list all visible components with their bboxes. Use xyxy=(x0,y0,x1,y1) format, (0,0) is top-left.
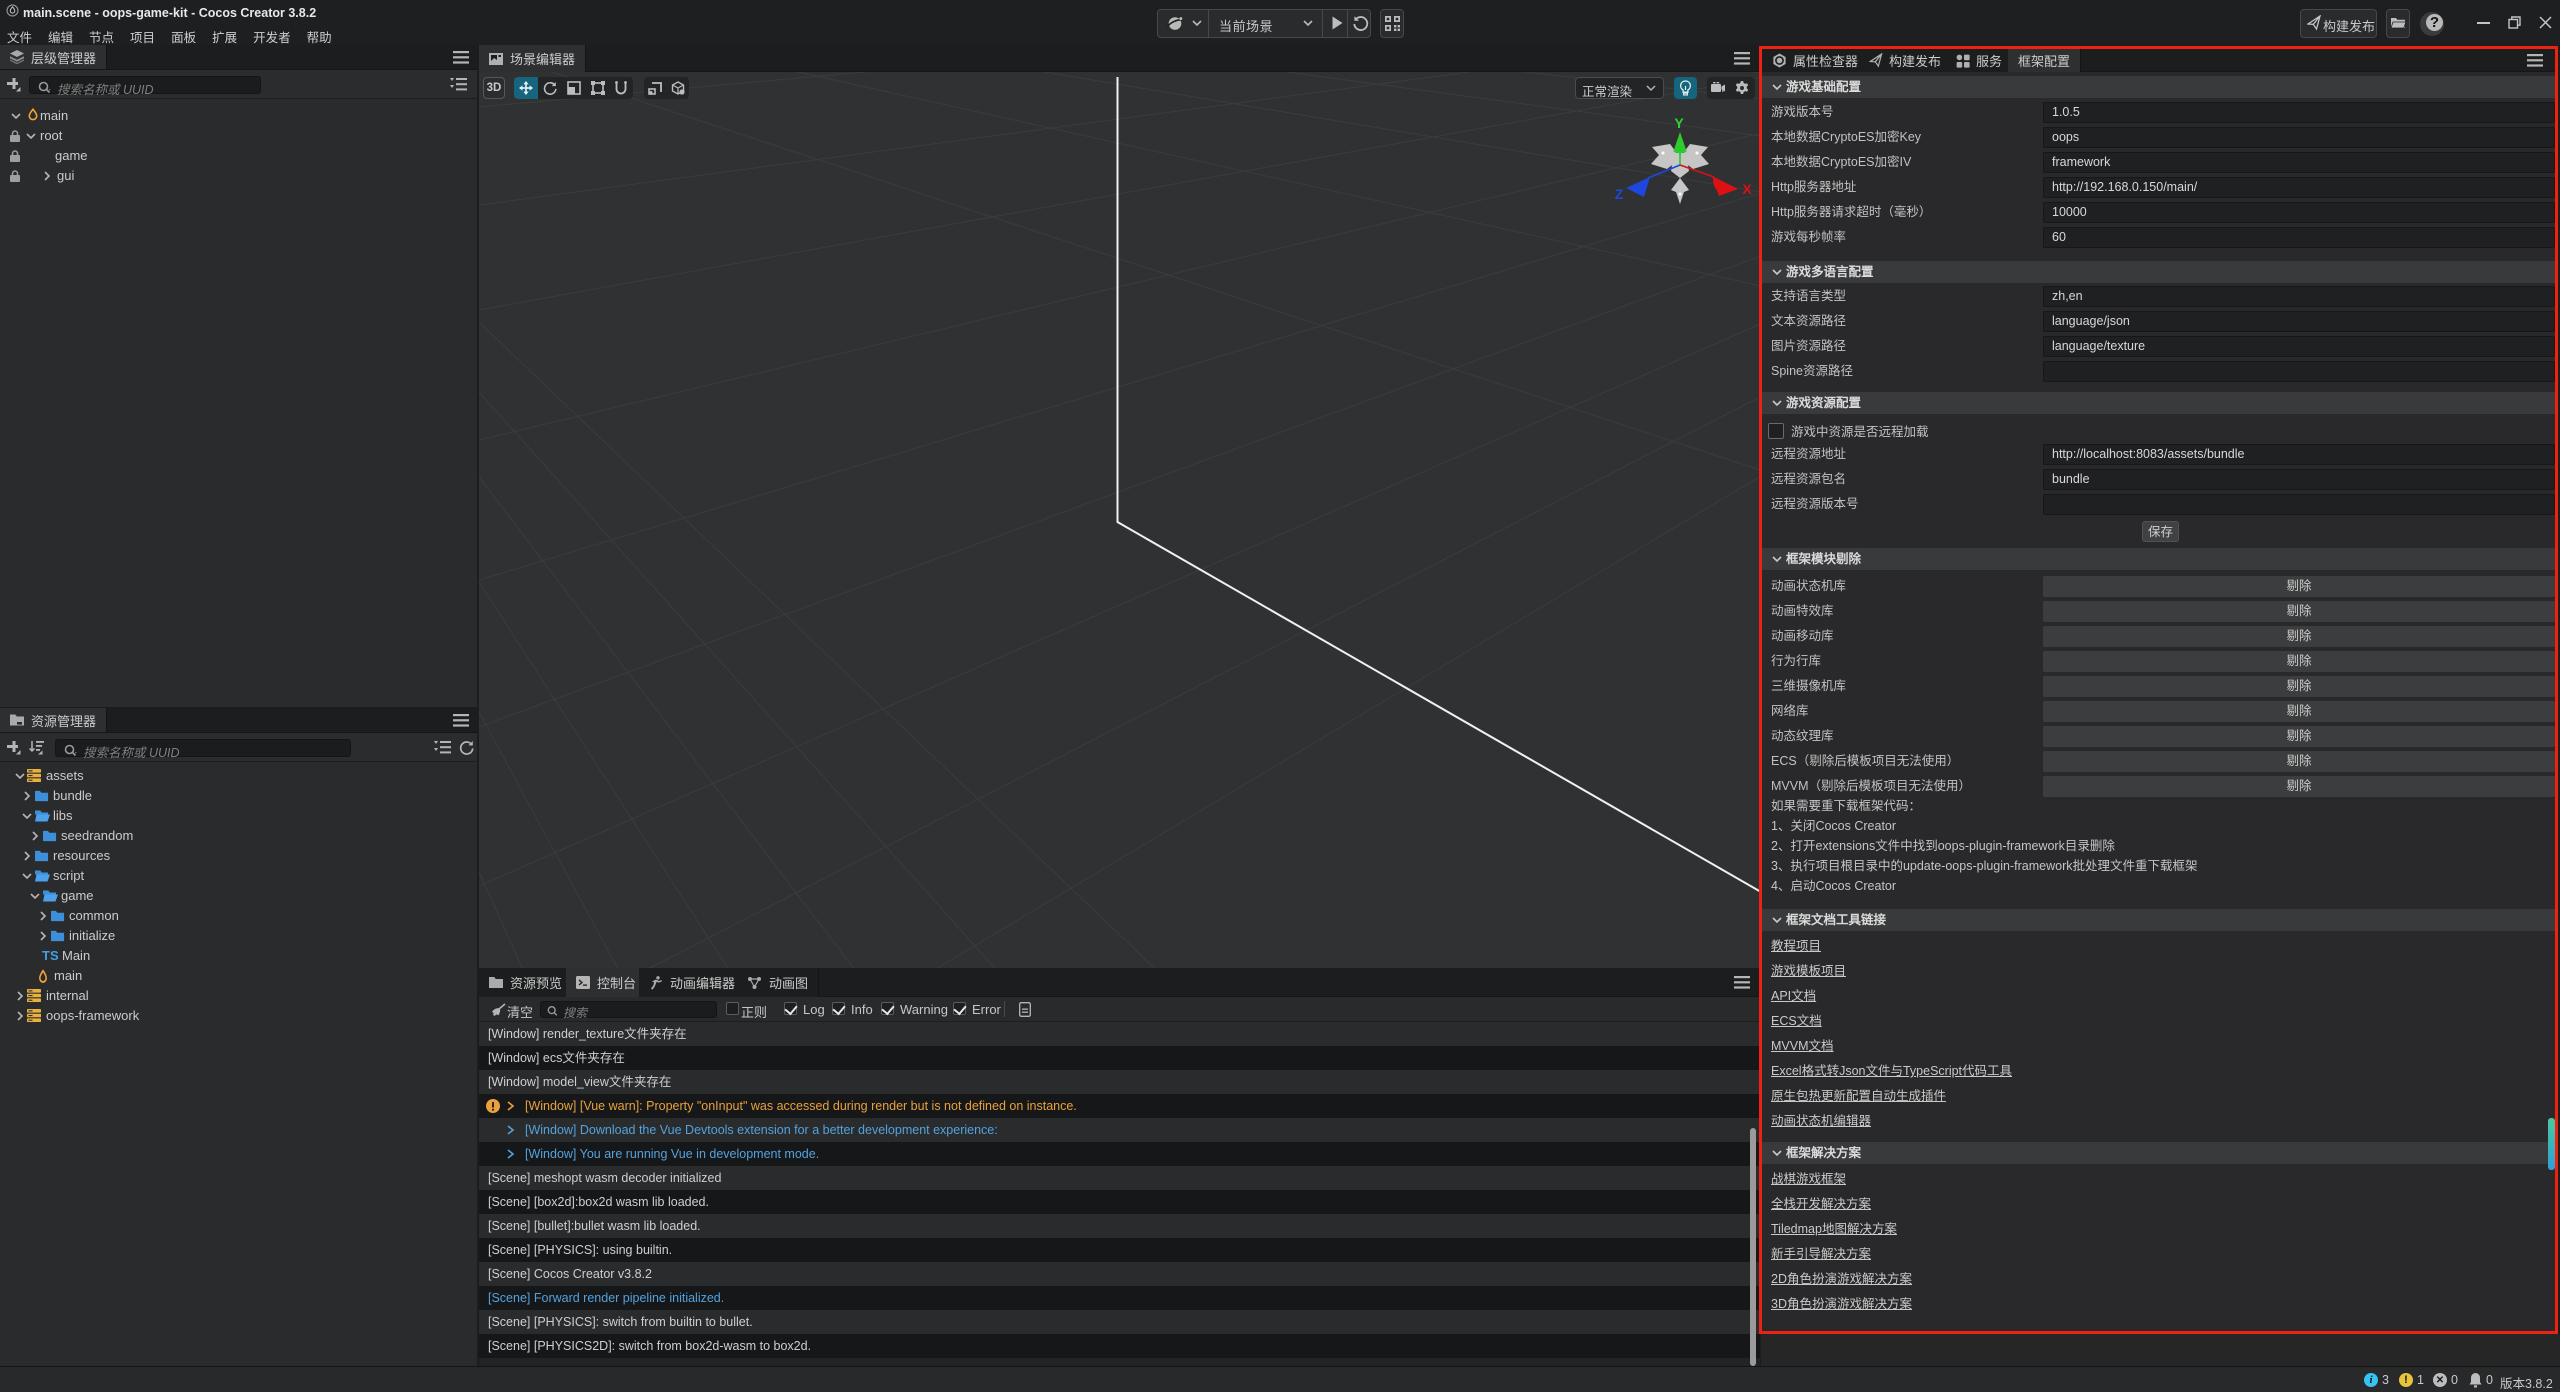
svg-text:X: X xyxy=(1742,181,1752,197)
svg-text:Y: Y xyxy=(1674,115,1684,131)
svg-text:Z: Z xyxy=(1615,186,1624,202)
